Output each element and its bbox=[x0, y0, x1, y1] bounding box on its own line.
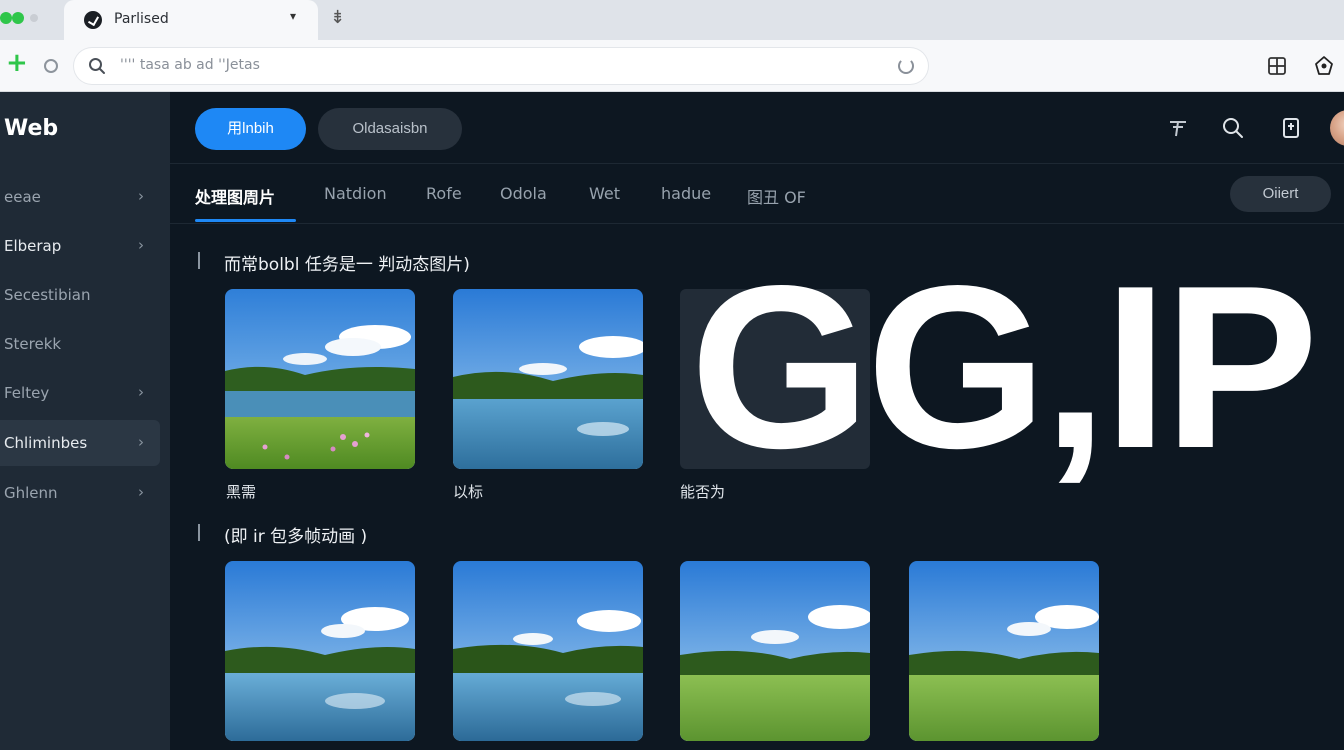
chevron-right-icon: › bbox=[138, 483, 144, 501]
window-close-dot[interactable] bbox=[0, 12, 12, 24]
filter-button[interactable]: Oiiert bbox=[1230, 176, 1331, 212]
tab-rofe[interactable]: Rofe bbox=[426, 184, 462, 203]
landscape-meadow-image bbox=[909, 561, 1099, 741]
sidebar-item-label: Chliminbes bbox=[4, 434, 88, 452]
sidebar-item-label: Sterekk bbox=[4, 335, 62, 353]
section-title-static: 而常bolbl 任务是一 判动态图片) bbox=[198, 250, 470, 275]
grid-icon[interactable] bbox=[1267, 56, 1287, 76]
sidebar-item-label: Feltey bbox=[4, 384, 50, 402]
browser-tab-active[interactable]: Parlised ▾ bbox=[64, 0, 318, 40]
landscape-lake-image bbox=[225, 561, 415, 741]
image-thumbnail[interactable] bbox=[680, 561, 870, 741]
tab-natdion[interactable]: Natdion bbox=[324, 184, 387, 203]
sidebar-item-5[interactable]: Feltey › bbox=[0, 370, 160, 416]
sidebar-item-7[interactable]: Ghlenn › bbox=[0, 470, 160, 516]
search-icon bbox=[89, 58, 105, 74]
section-title-animated: (即 ir 包多帧动画 ) bbox=[197, 522, 367, 547]
tab-hadue[interactable]: hadue bbox=[661, 184, 711, 203]
main-content: 用lnbih Oldasaisbn 处理图周片 Natdion Rofe Odo… bbox=[170, 92, 1344, 750]
tab-title: Parlised bbox=[114, 11, 169, 27]
primary-button[interactable]: 用lnbih bbox=[195, 108, 306, 150]
search-icon[interactable] bbox=[1221, 116, 1245, 140]
image-thumbnail[interactable] bbox=[453, 561, 643, 741]
landscape-flowers-image bbox=[225, 289, 415, 469]
landscape-meadow-image bbox=[680, 561, 870, 741]
window-minimize-dot[interactable] bbox=[12, 12, 24, 24]
image-thumbnail[interactable] bbox=[909, 561, 1099, 741]
sidebar-item-3[interactable]: Secestibian bbox=[0, 272, 160, 318]
sidebar-item-2[interactable]: Elberap › bbox=[0, 223, 160, 269]
tab-favicon-icon bbox=[84, 11, 102, 29]
add-icon[interactable]: + bbox=[6, 50, 28, 76]
active-tab-indicator bbox=[195, 219, 296, 222]
header-bar: 用lnbih Oldasaisbn bbox=[170, 92, 1344, 164]
user-avatar[interactable] bbox=[1330, 110, 1344, 146]
sidebar-item-6[interactable]: Chliminbes › bbox=[0, 420, 160, 466]
overlay-text: GG,IP bbox=[690, 238, 1319, 497]
tab-odola[interactable]: Odola bbox=[500, 184, 547, 203]
status-circle-icon[interactable] bbox=[44, 59, 58, 73]
image-thumbnail[interactable] bbox=[453, 289, 643, 469]
extension-icon[interactable] bbox=[1312, 54, 1336, 78]
chevron-right-icon: › bbox=[138, 236, 144, 254]
landscape-lake-image bbox=[453, 561, 643, 741]
reload-icon[interactable] bbox=[898, 58, 914, 74]
chevron-right-icon: › bbox=[138, 383, 144, 401]
tab-wet[interactable]: Wet bbox=[589, 184, 620, 203]
sidebar-item-label: Ghlenn bbox=[4, 484, 58, 502]
image-caption: 以标 bbox=[453, 483, 484, 501]
sidebar-item-4[interactable]: Sterekk bbox=[0, 321, 160, 367]
window-zoom-dot[interactable] bbox=[30, 14, 38, 22]
image-thumbnail[interactable] bbox=[225, 561, 415, 741]
device-icon[interactable] bbox=[1279, 116, 1303, 140]
filter-icon[interactable] bbox=[1166, 116, 1190, 140]
address-text: '''' tasa ab ad ''Jetas bbox=[120, 57, 260, 73]
image-caption: 黑需 bbox=[226, 483, 257, 501]
chevron-right-icon: › bbox=[138, 433, 144, 451]
chevron-right-icon: › bbox=[138, 187, 144, 205]
landscape-lake-image bbox=[453, 289, 643, 469]
tab-menu-icon[interactable]: ▾ bbox=[290, 9, 296, 23]
image-thumbnail[interactable] bbox=[225, 289, 415, 469]
sidebar-item-label: Secestibian bbox=[4, 286, 91, 304]
secondary-button[interactable]: Oldasaisbn bbox=[318, 108, 462, 150]
brand-title: Web bbox=[4, 116, 59, 141]
new-tab-icon[interactable]: ⇟ bbox=[330, 7, 345, 28]
tab-processed-images[interactable]: 处理图周片 bbox=[195, 184, 275, 208]
sidebar-item-1[interactable]: eeae › bbox=[0, 174, 160, 220]
browser-tabstrip: Parlised ▾ ⇟ bbox=[0, 0, 1344, 40]
content-tabs: 处理图周片 Natdion Rofe Odola Wet hadue 图丑 OF… bbox=[170, 164, 1344, 224]
sidebar-item-label: Elberap bbox=[4, 237, 62, 255]
tab-gif[interactable]: 图丑 OF bbox=[747, 184, 806, 208]
browser-toolbar: + '''' tasa ab ad ''Jetas bbox=[0, 40, 1344, 92]
sidebar-item-label: eeae bbox=[4, 188, 41, 206]
address-bar[interactable]: '''' tasa ab ad ''Jetas bbox=[74, 48, 928, 84]
sidebar: Web eeae › Elberap › Secestibian Sterekk… bbox=[0, 92, 170, 750]
